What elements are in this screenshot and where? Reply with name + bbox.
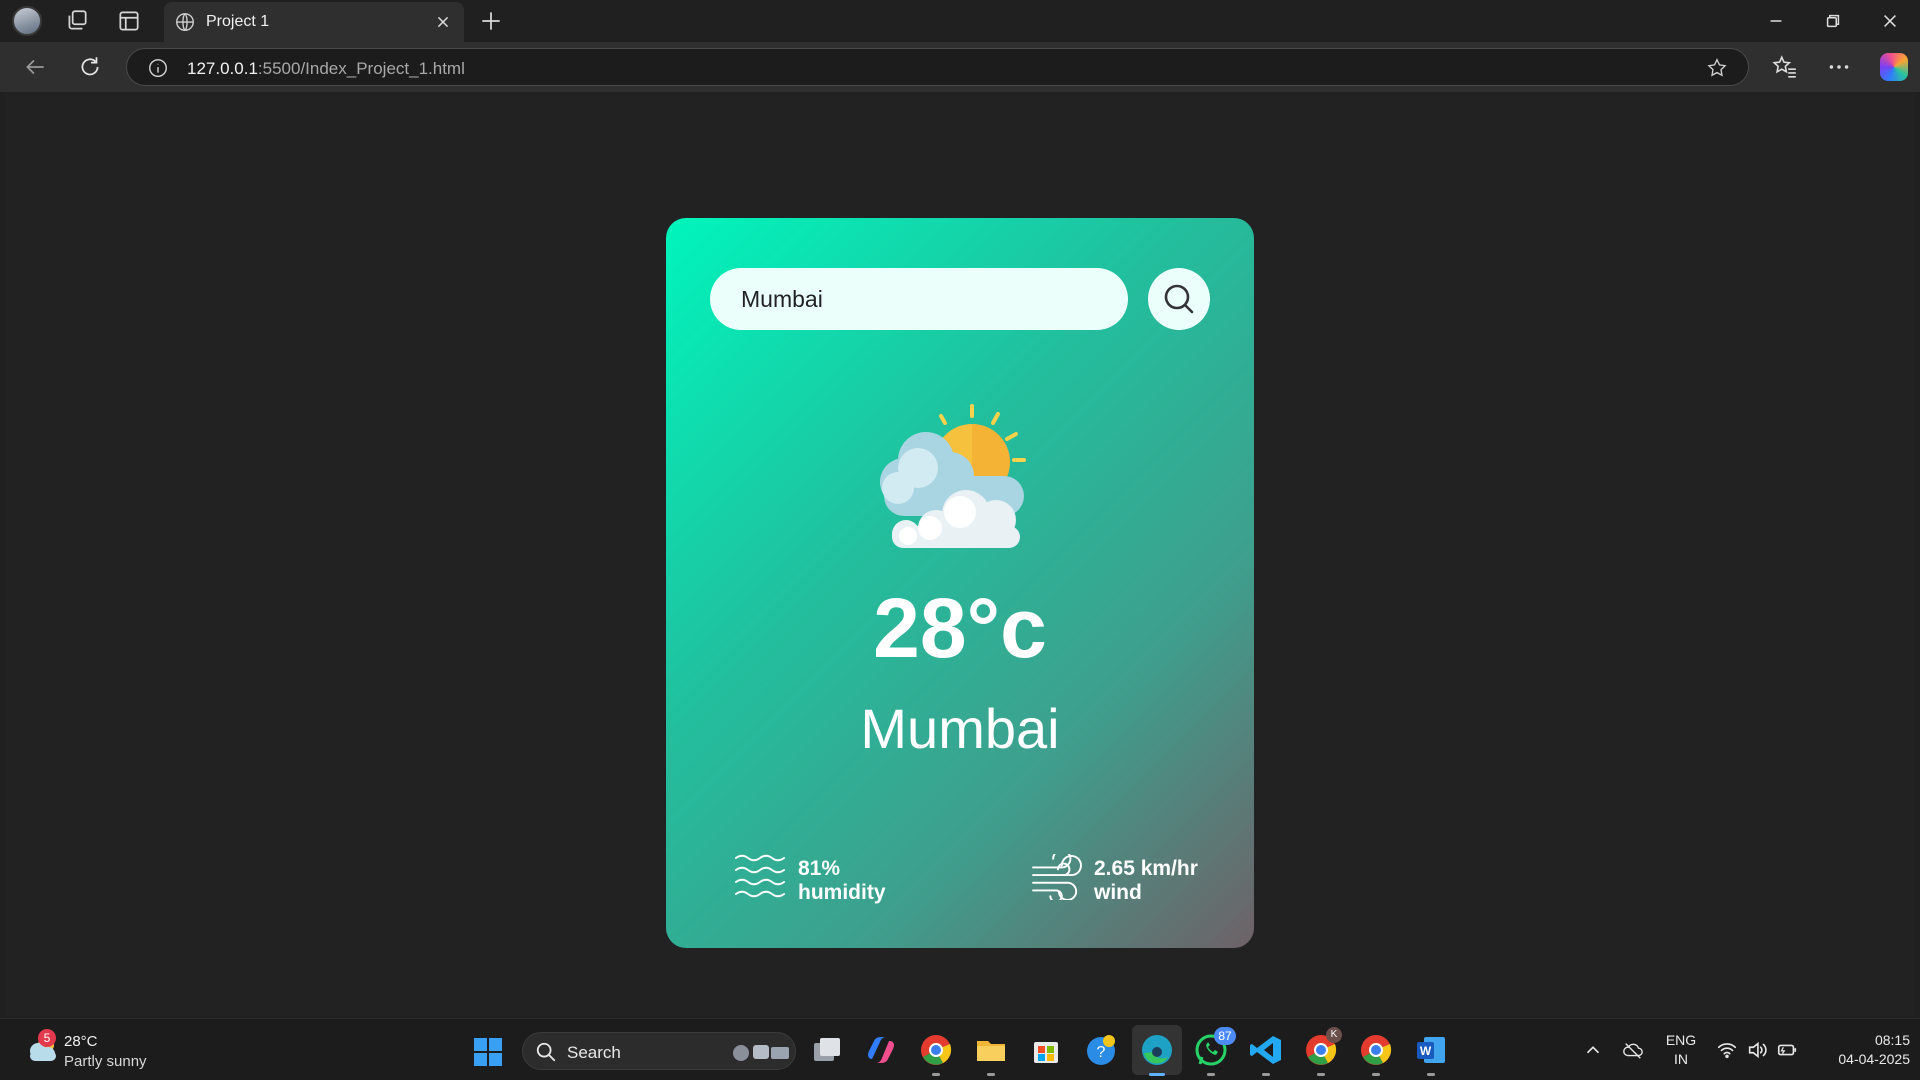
vscode-icon — [1250, 1036, 1281, 1064]
favorites-icon[interactable] — [1772, 54, 1798, 80]
region-label: IN — [1674, 1051, 1688, 1067]
whatsapp-app[interactable]: 87 — [1194, 1027, 1236, 1076]
windows-taskbar: 5 28°C Partly sunny Search ? 87 K W ENG … — [0, 1018, 1920, 1080]
weather-alert-badge: 5 — [38, 1029, 56, 1047]
back-icon[interactable] — [22, 54, 48, 80]
page-viewport: 28°c Mumbai 81% humidity 2.65 km/hr wind — [5, 92, 1915, 1016]
copilot-app-icon — [868, 1037, 894, 1063]
running-indicator — [1262, 1073, 1270, 1076]
new-tab-icon[interactable] — [478, 8, 504, 34]
running-indicator — [1149, 1073, 1165, 1076]
show-hidden-icons-icon[interactable] — [1582, 1039, 1604, 1061]
copilot-icon[interactable] — [1880, 53, 1908, 81]
chrome-app-1[interactable] — [919, 1033, 953, 1076]
refresh-icon[interactable] — [77, 54, 103, 80]
system-clock[interactable]: 08:15 04-04-2025 — [1810, 1031, 1910, 1069]
chrome-app-2[interactable]: K — [1304, 1027, 1342, 1076]
search-button[interactable] — [1148, 268, 1210, 330]
tab-title: Project 1 — [206, 13, 270, 30]
onedrive-offline-icon[interactable] — [1622, 1039, 1644, 1061]
svg-text:W: W — [1420, 1044, 1432, 1058]
browser-tab-strip: Project 1 — [0, 0, 1920, 42]
help-icon: ? — [1087, 1035, 1115, 1065]
workspaces-icon[interactable] — [64, 8, 90, 34]
favorite-star-icon[interactable] — [1706, 57, 1728, 79]
weather-card: 28°c Mumbai 81% humidity 2.65 km/hr wind — [666, 218, 1254, 948]
language-indicator[interactable]: ENG IN — [1664, 1031, 1698, 1069]
windows-start-icon[interactable] — [473, 1037, 503, 1067]
running-indicator — [987, 1073, 995, 1076]
url-text: 127.0.0.1:5500/Index_Project_1.html — [187, 59, 465, 79]
close-tab-icon[interactable] — [432, 11, 454, 33]
weather-desc: Partly sunny — [64, 1053, 147, 1070]
word-icon: W — [1417, 1037, 1445, 1063]
running-indicator — [1427, 1073, 1435, 1076]
vscode-app[interactable] — [1249, 1033, 1283, 1076]
clock-date: 04-04-2025 — [1838, 1051, 1910, 1067]
wind-value: 2.65 km/hr — [1094, 857, 1198, 880]
chrome-icon — [1361, 1035, 1392, 1065]
temperature-display: 28°c — [873, 581, 1047, 675]
chrome-icon — [921, 1035, 952, 1065]
whatsapp-badge: 87 — [1214, 1027, 1236, 1045]
address-bar[interactable]: 127.0.0.1:5500/Index_Project_1.html — [126, 48, 1749, 86]
wind-icon — [1032, 854, 1082, 900]
partly-cloudy-icon — [880, 404, 1026, 548]
vertical-tabs-icon[interactable] — [116, 8, 142, 34]
globe-icon — [176, 13, 194, 31]
store-icon — [1034, 1042, 1058, 1063]
humidity-detail: 81% humidity — [734, 846, 914, 906]
wind-detail: 2.65 km/hr wind — [1030, 846, 1220, 906]
edge-app[interactable] — [1140, 1033, 1174, 1076]
browser-toolbar: 127.0.0.1:5500/Index_Project_1.html — [0, 42, 1920, 92]
url-path: :5500/Index_Project_1.html — [257, 59, 465, 78]
language-label: ENG — [1665, 1032, 1697, 1048]
url-host: 127.0.0.1 — [187, 59, 258, 78]
taskbar-search-label: Search — [567, 1043, 621, 1062]
more-options-icon[interactable] — [1826, 54, 1852, 80]
wind-label: wind — [1094, 881, 1142, 904]
help-app[interactable]: ? — [1084, 1033, 1118, 1067]
copilot-app[interactable] — [864, 1033, 898, 1067]
clock-time: 08:15 — [1874, 1032, 1910, 1048]
weather-temp: 28°C — [64, 1033, 98, 1050]
running-indicator — [1372, 1073, 1380, 1076]
humidity-value: 81% — [798, 857, 841, 880]
task-view-icon — [814, 1038, 840, 1061]
city-search-input[interactable] — [710, 268, 1128, 330]
taskbar-weather-widget[interactable]: 5 28°C Partly sunny — [26, 1029, 176, 1073]
svg-text:?: ? — [1097, 1044, 1106, 1061]
chrome-profile-badge: K — [1326, 1027, 1342, 1043]
task-view-app[interactable] — [810, 1033, 844, 1067]
search-icon — [1164, 284, 1194, 314]
file-explorer-app[interactable] — [974, 1033, 1008, 1076]
battery-icon[interactable] — [1776, 1039, 1798, 1061]
profile-avatar[interactable] — [12, 6, 42, 36]
volume-icon[interactable] — [1746, 1039, 1768, 1061]
tab-project-1[interactable]: Project 1 — [164, 2, 464, 42]
humidity-waves-icon — [735, 854, 785, 898]
running-indicator — [932, 1073, 940, 1076]
wifi-icon[interactable] — [1716, 1039, 1738, 1061]
edge-icon — [1142, 1035, 1172, 1065]
search-icon — [536, 1042, 556, 1062]
running-indicator — [1207, 1073, 1215, 1076]
store-app[interactable] — [1029, 1033, 1063, 1067]
chrome-app-3[interactable] — [1359, 1033, 1393, 1076]
folder-icon — [977, 1041, 1005, 1061]
site-info-icon[interactable] — [147, 57, 169, 79]
humidity-label: humidity — [798, 881, 886, 904]
close-window-icon[interactable] — [1877, 8, 1903, 34]
city-name: Mumbai — [860, 697, 1060, 760]
running-indicator — [1317, 1073, 1325, 1076]
word-app[interactable]: W — [1414, 1033, 1448, 1076]
search-highlight-icon — [733, 1045, 789, 1061]
taskbar-search-box[interactable]: Search — [522, 1032, 796, 1070]
minimize-icon[interactable] — [1763, 8, 1789, 34]
restore-icon[interactable] — [1820, 8, 1846, 34]
